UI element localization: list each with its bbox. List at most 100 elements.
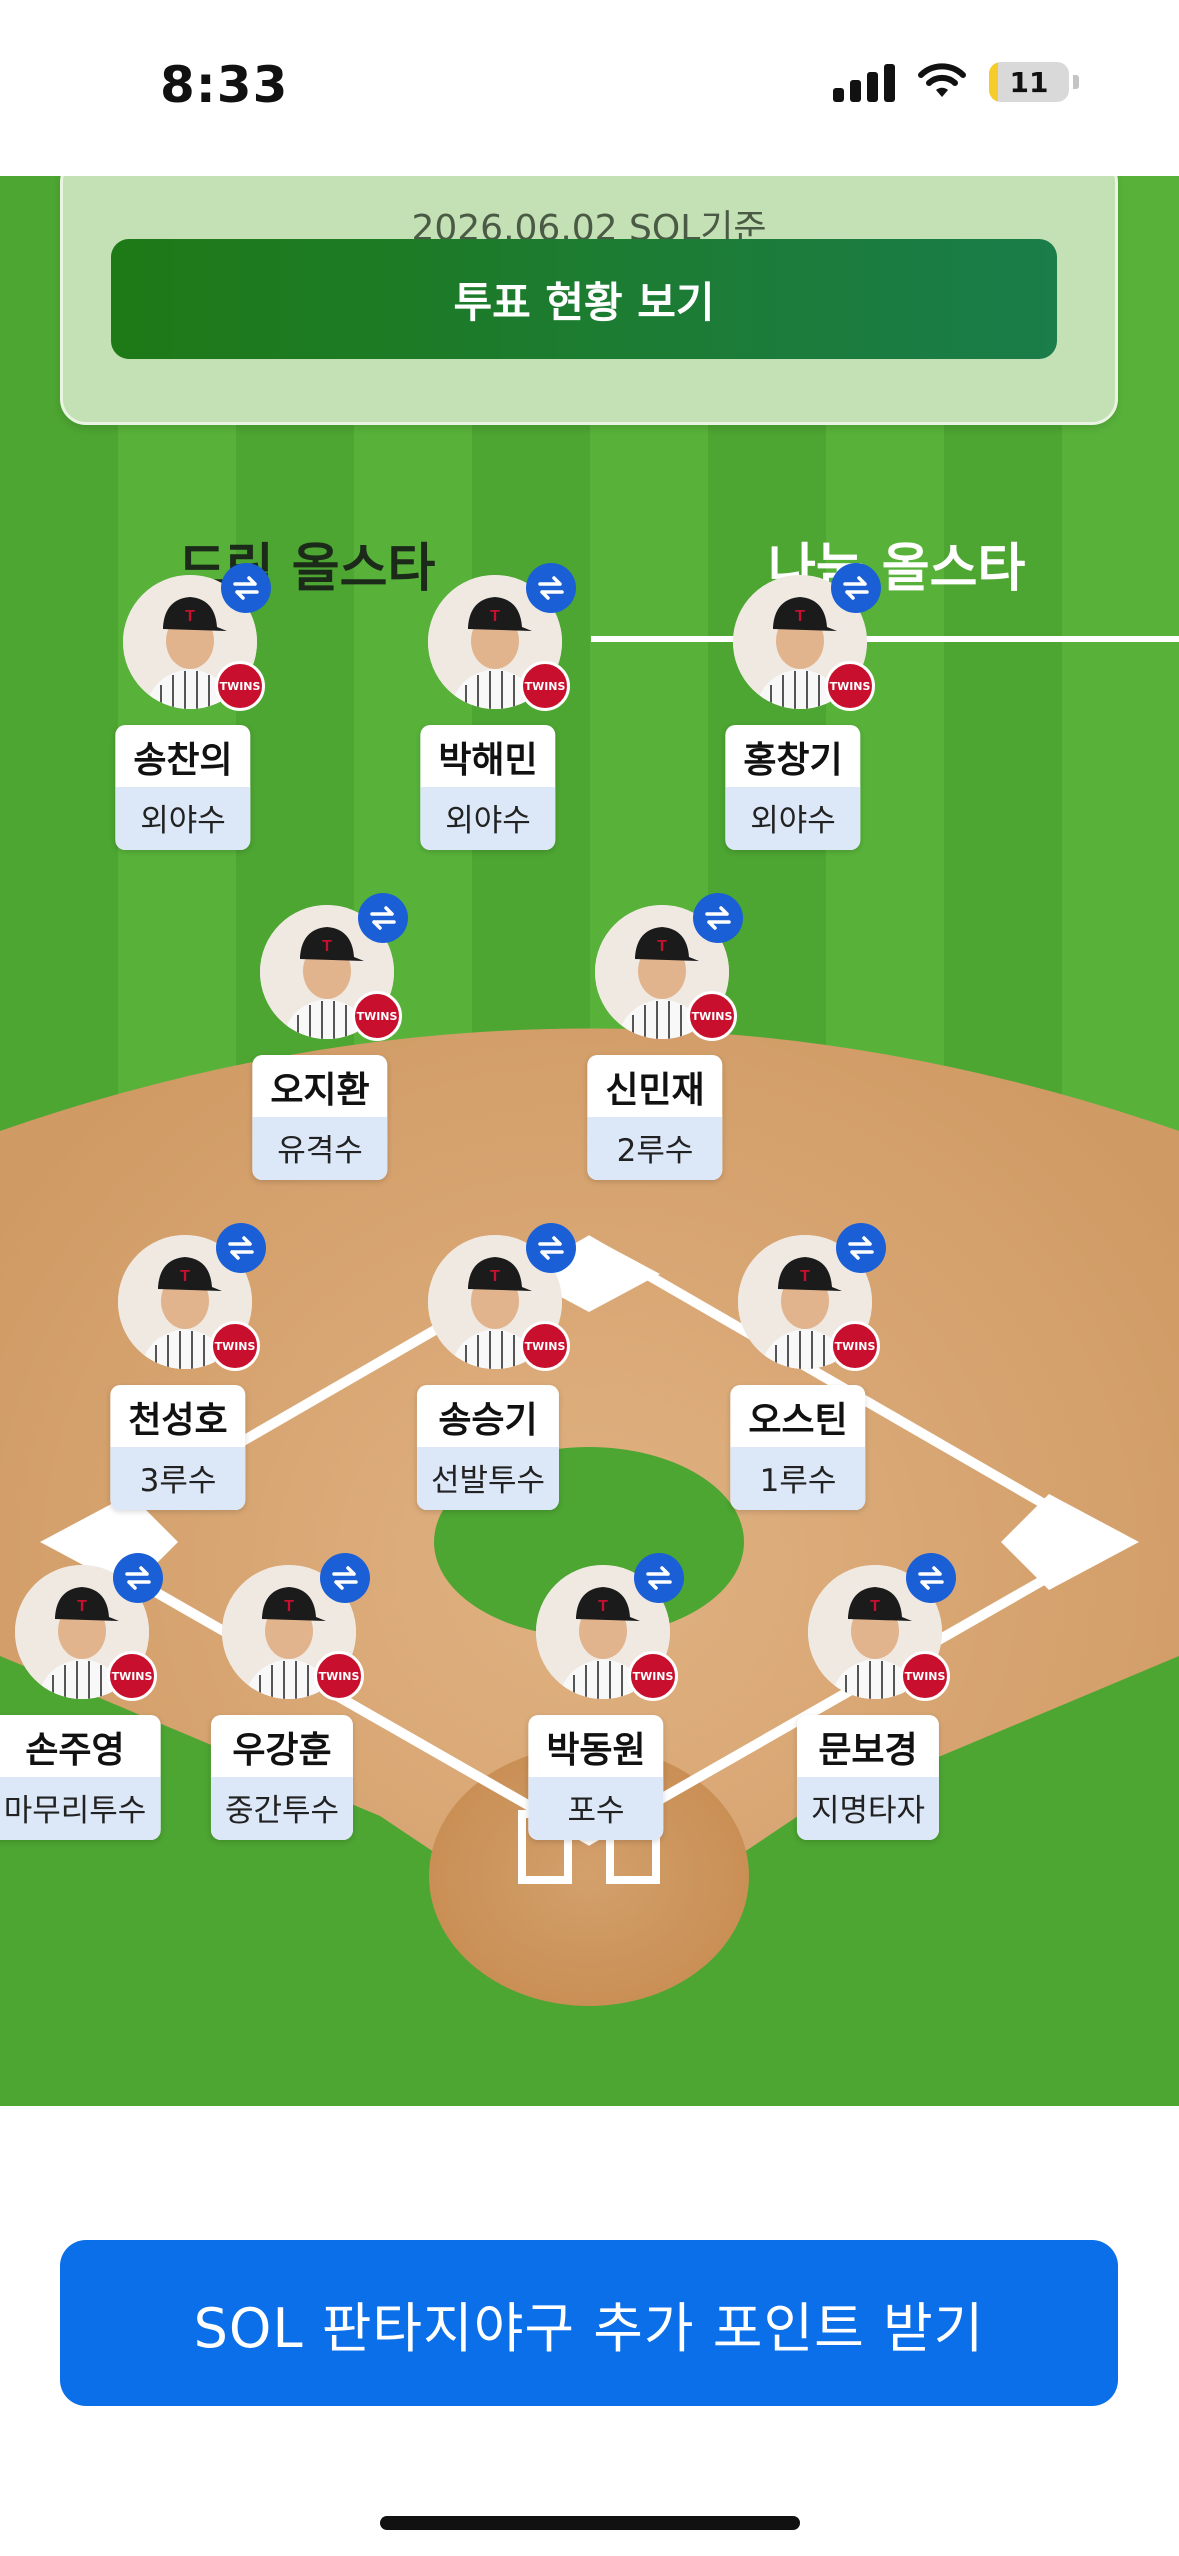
wifi-icon (918, 63, 966, 97)
field-background: 2026.06.02 SOL기준 투표 현황 보기 드림 올스타 나눔 올스타 … (0, 176, 1179, 2106)
swap-player-icon[interactable] (221, 563, 271, 613)
home-indicator (380, 2516, 800, 2530)
team-logo-text: TWINS (524, 679, 566, 693)
team-logo-text: TWINS (318, 1669, 360, 1683)
selected-tab-indicator (591, 636, 1179, 642)
team-logo-text: TWINS (834, 1339, 876, 1353)
player-position: 마무리투수 (0, 1777, 161, 1840)
vote-status-card: 2026.06.02 SOL기준 투표 현황 보기 (60, 176, 1118, 425)
player-name-card: 홍창기 외야수 (725, 725, 861, 850)
player-name: 우강훈 (232, 1730, 332, 1771)
team-logo-icon: TWINS (210, 1321, 260, 1371)
player-name: 천성호 (128, 1400, 228, 1441)
swap-player-icon[interactable] (836, 1223, 886, 1273)
swap-player-icon[interactable] (526, 1223, 576, 1273)
player-name: 오스틴 (748, 1400, 848, 1441)
player-avatar-wrap: T TWINS (260, 893, 408, 1041)
player-name-card: 송승기 선발투수 (416, 1385, 560, 1510)
player-avatar-wrap: T TWINS (222, 1553, 370, 1701)
cellular-signal-icon (833, 62, 895, 102)
team-logo-icon: TWINS (314, 1651, 364, 1701)
player-position: 포수 (528, 1777, 664, 1840)
player-position: 2루수 (587, 1117, 723, 1180)
player-position: 유격수 (252, 1117, 388, 1180)
player-name-card: 박동원 포수 (528, 1715, 664, 1840)
player-avatar-wrap: T TWINS (536, 1553, 684, 1701)
player-name: 박해민 (438, 740, 538, 781)
player-name-card: 신민재 2루수 (587, 1055, 723, 1180)
svg-text:T: T (657, 938, 667, 955)
player-avatar-wrap: T TWINS (428, 1223, 576, 1371)
team-logo-text: TWINS (219, 679, 261, 693)
player-name: 오지환 (270, 1070, 370, 1111)
player-name-card: 우강훈 중간투수 (210, 1715, 354, 1840)
player-position: 중간투수 (210, 1777, 354, 1840)
player-position: 3루수 (110, 1447, 246, 1510)
swap-player-icon[interactable] (634, 1553, 684, 1603)
team-logo-icon: TWINS (520, 1321, 570, 1371)
swap-player-icon[interactable] (216, 1223, 266, 1273)
player-avatar-wrap: T TWINS (595, 893, 743, 1041)
svg-text:T: T (77, 1598, 87, 1615)
player-avatar-wrap: T TWINS (118, 1223, 266, 1371)
svg-text:T: T (180, 1268, 190, 1285)
player-name: 문보경 (818, 1730, 918, 1771)
swap-player-icon[interactable] (906, 1553, 956, 1603)
player-position: 지명타자 (796, 1777, 940, 1840)
svg-text:T: T (598, 1598, 608, 1615)
team-logo-icon: TWINS (628, 1651, 678, 1701)
team-logo-text: TWINS (111, 1669, 153, 1683)
svg-text:T: T (185, 608, 195, 625)
player-name: 신민재 (605, 1070, 705, 1111)
player-avatar-wrap: T TWINS (808, 1553, 956, 1701)
team-logo-icon: TWINS (830, 1321, 880, 1371)
swap-player-icon[interactable] (358, 893, 408, 943)
swap-player-icon[interactable] (320, 1553, 370, 1603)
team-logo-icon: TWINS (687, 991, 737, 1041)
battery-icon: 11 (989, 62, 1069, 102)
team-logo-icon: TWINS (520, 661, 570, 711)
swap-player-icon[interactable] (831, 563, 881, 613)
fantasy-baseball-points-button[interactable]: SOL 판타지야구 추가 포인트 받기 (60, 2240, 1118, 2406)
svg-text:T: T (490, 608, 500, 625)
player-avatar-wrap: T TWINS (733, 563, 881, 711)
team-logo-text: TWINS (214, 1339, 256, 1353)
player-name-card: 박해민 외야수 (420, 725, 556, 850)
team-logo-text: TWINS (524, 1339, 566, 1353)
team-logo-icon: TWINS (107, 1651, 157, 1701)
player-name: 박동원 (546, 1730, 646, 1771)
player-name-card: 천성호 3루수 (110, 1385, 246, 1510)
team-logo-text: TWINS (829, 679, 871, 693)
status-bar: 8:33 11 (0, 0, 1179, 176)
team-logo-icon: TWINS (352, 991, 402, 1041)
team-logo-icon: TWINS (900, 1651, 950, 1701)
player-name-card: 오지환 유격수 (252, 1055, 388, 1180)
swap-player-icon[interactable] (526, 563, 576, 613)
player-avatar-wrap: T TWINS (123, 563, 271, 711)
svg-text:T: T (795, 608, 805, 625)
player-name-card: 송찬의 외야수 (115, 725, 251, 850)
player-position: 선발투수 (416, 1447, 560, 1510)
swap-player-icon[interactable] (113, 1553, 163, 1603)
player-name-card: 손주영 마무리투수 (0, 1715, 161, 1840)
svg-text:T: T (284, 1598, 294, 1615)
player-position: 외야수 (725, 787, 861, 850)
swap-player-icon[interactable] (693, 893, 743, 943)
player-name-card: 문보경 지명타자 (796, 1715, 940, 1840)
team-logo-text: TWINS (632, 1669, 674, 1683)
team-logo-icon: TWINS (825, 661, 875, 711)
svg-text:T: T (490, 1268, 500, 1285)
svg-text:T: T (800, 1268, 810, 1285)
player-name-card: 오스틴 1루수 (730, 1385, 866, 1510)
battery-level: 11 (1009, 65, 1049, 99)
player-avatar-wrap: T TWINS (738, 1223, 886, 1371)
battery-tip (1073, 75, 1079, 89)
player-position: 외야수 (420, 787, 556, 850)
team-logo-icon: TWINS (215, 661, 265, 711)
player-name: 손주영 (25, 1730, 125, 1771)
view-vote-status-button[interactable]: 투표 현황 보기 (111, 239, 1057, 359)
team-logo-text: TWINS (691, 1009, 733, 1023)
svg-text:T: T (870, 1598, 880, 1615)
svg-text:T: T (322, 938, 332, 955)
player-name: 홍창기 (743, 740, 843, 781)
